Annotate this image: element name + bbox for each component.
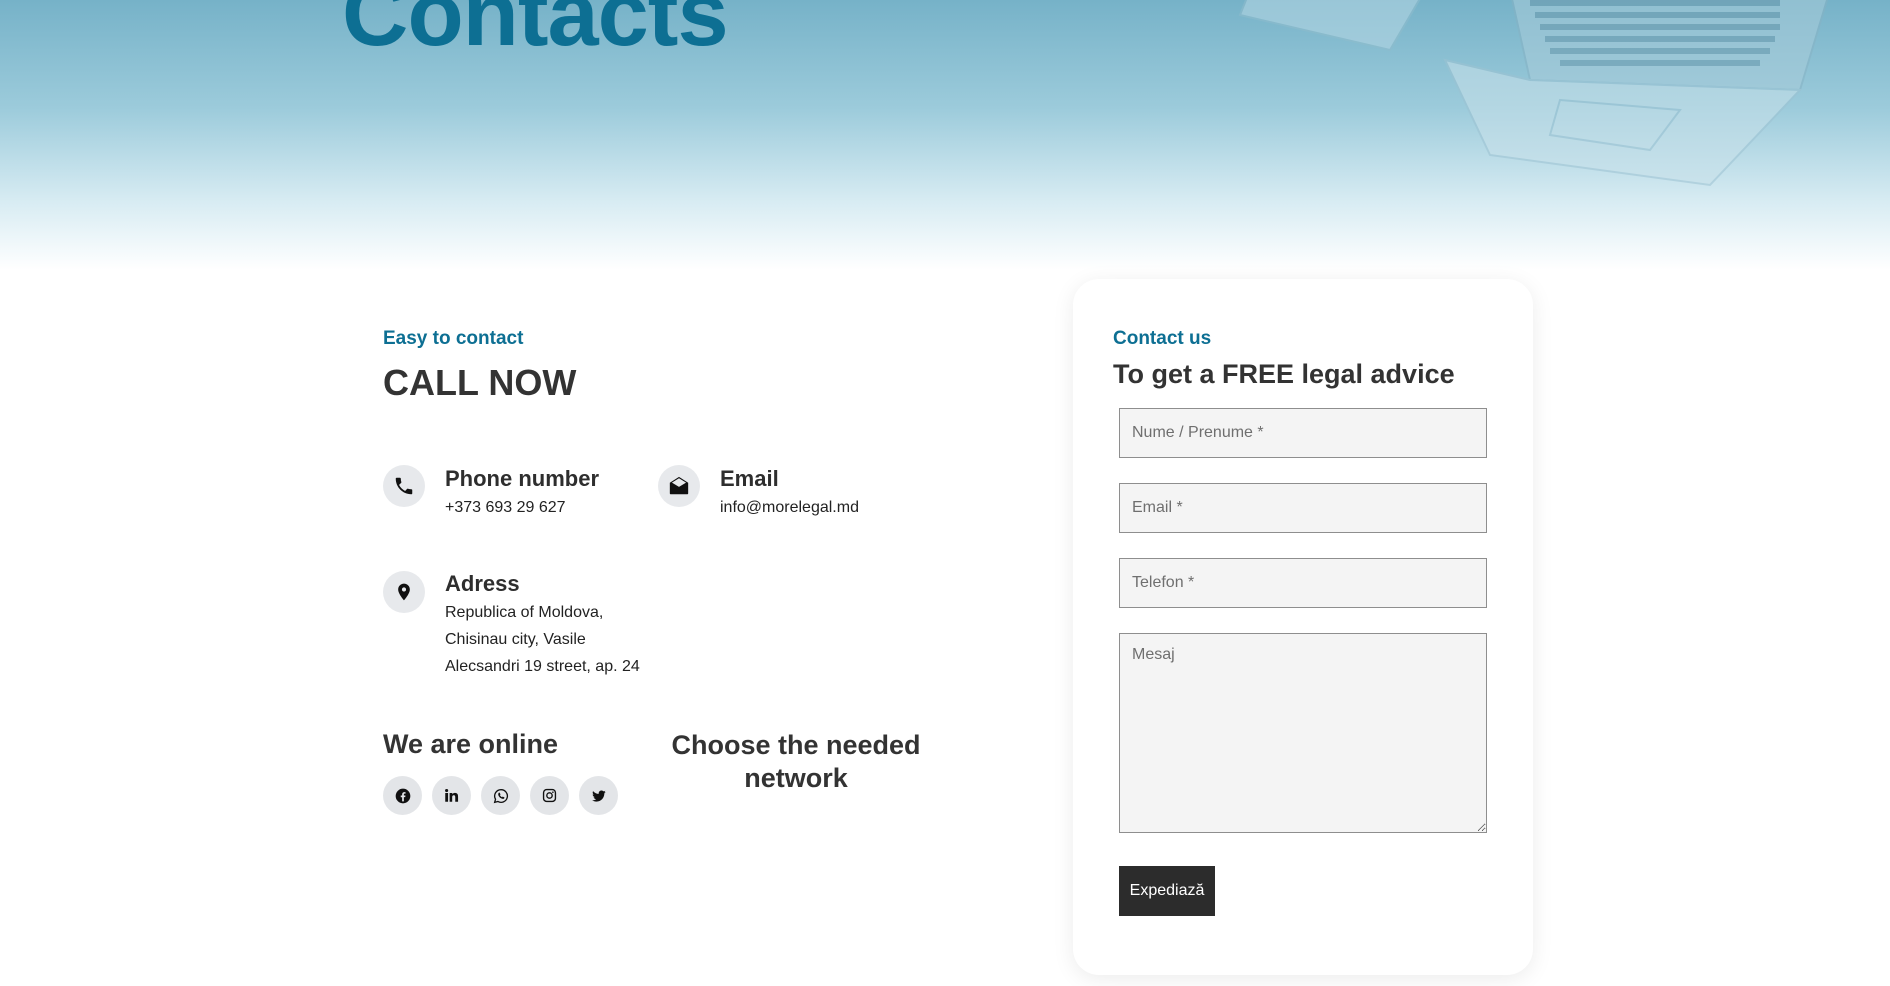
address-line: Chisinau city, Vasile [445, 631, 586, 648]
address-line: Alecsandri 19 street, ap. 24 [445, 658, 640, 675]
map-pin-icon [383, 571, 425, 613]
name-field[interactable] [1119, 408, 1487, 458]
online-heading: We are online [383, 729, 559, 759]
form-heading: To get a FREE legal advice [1113, 359, 1455, 389]
contact-eyebrow: Easy to contact [383, 328, 524, 349]
email-field[interactable] [1119, 483, 1487, 533]
email-title: Email [720, 466, 779, 491]
phone-icon [383, 465, 425, 507]
facebook-icon[interactable] [383, 776, 422, 815]
twitter-icon[interactable] [579, 776, 618, 815]
email-value[interactable]: info@morelegal.md [720, 494, 859, 521]
envelope-icon [658, 465, 700, 507]
phone-value[interactable]: +373 693 29 627 [445, 494, 566, 521]
form-eyebrow: Contact us [1113, 328, 1212, 349]
choose-network-line: network [744, 763, 848, 793]
hero-banner: Contacts [0, 0, 1890, 270]
message-field[interactable] [1119, 633, 1487, 833]
instagram-icon[interactable] [530, 776, 569, 815]
address-title: Adress [445, 571, 520, 596]
whatsapp-icon[interactable] [481, 776, 520, 815]
address-line: Republica of Moldova, [445, 604, 604, 621]
address-text: Republica of Moldova, Chisinau city, Vas… [445, 599, 640, 680]
linkedin-icon[interactable] [432, 776, 471, 815]
call-now-heading: CALL NOW [383, 362, 577, 403]
phone-field[interactable] [1119, 558, 1487, 608]
submit-button[interactable]: Expediază [1119, 866, 1215, 916]
page-title: Contacts [342, 0, 729, 65]
laptop-illustration [1238, 0, 1829, 187]
phone-title: Phone number [445, 466, 600, 491]
choose-network-line: Choose the needed [671, 730, 921, 760]
choose-network-heading: Choose the needed network [660, 729, 932, 795]
